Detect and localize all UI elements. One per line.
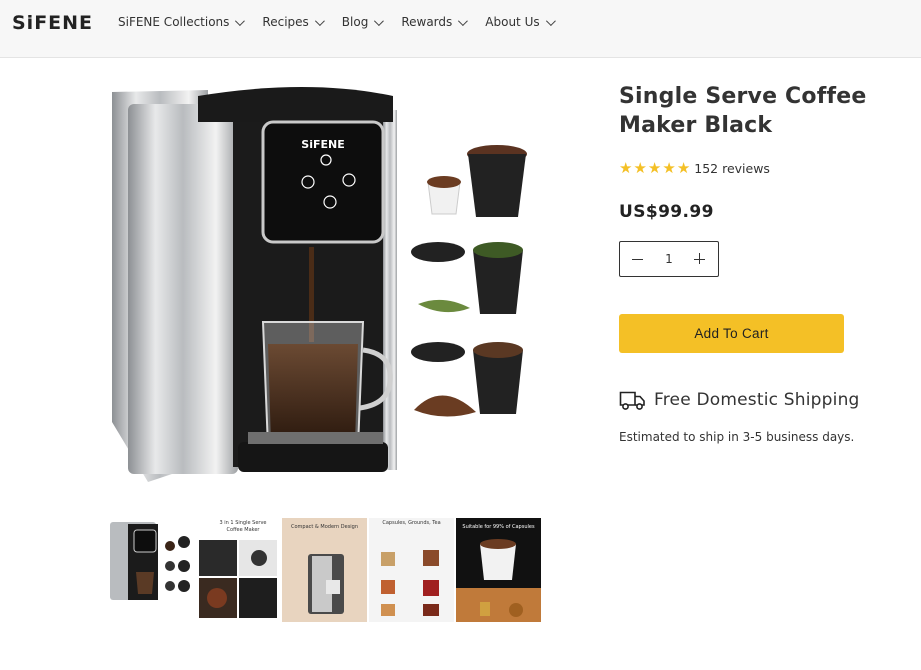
chevron-down-icon [235, 15, 246, 26]
star-icon: ★ [647, 159, 662, 177]
product-main-image[interactable]: SiFENE [108, 82, 536, 506]
thumbnail-caption: Capsules, Grounds, Tea [382, 520, 441, 526]
add-to-cart-button[interactable]: Add To Cart [619, 314, 844, 353]
product-title: Single Serve Coffee Maker Black [619, 84, 867, 138]
thumbnail-4[interactable]: Capsules, Grounds, Tea [369, 518, 454, 622]
nav-item-label: About Us [485, 15, 540, 29]
quantity-increase-button[interactable] [692, 251, 708, 267]
nav-item-label: Recipes [262, 15, 309, 29]
thumbnail-image [308, 554, 344, 614]
quantity-stepper: 1 [619, 241, 719, 277]
nav-item-label: SiFENE Collections [118, 15, 230, 29]
nav-item-label: Blog [341, 15, 369, 29]
product-rating[interactable]: ★ ★ ★ ★ ★ 152 reviews [619, 160, 770, 176]
minus-icon [632, 258, 643, 260]
shipping-info: Free Domestic Shipping [619, 389, 860, 411]
plus-icon-vertical [698, 253, 701, 264]
thumbnail-caption: 3 in 1 Single Serve Coffee Maker [219, 520, 267, 533]
chevron-down-icon [374, 15, 385, 26]
thumbnail-image [381, 550, 439, 616]
nav-item-collections[interactable]: SiFENE Collections [118, 15, 246, 29]
quantity-value[interactable]: 1 [665, 252, 673, 266]
thumbnail-5[interactable]: Suitable for 99% of Capsules [456, 518, 541, 622]
site-logo[interactable]: SiFENE [12, 12, 93, 34]
machine-brand-label: SiFENE [301, 138, 344, 151]
shipping-note: Estimated to ship in 3-5 business days. [619, 430, 855, 444]
chevron-down-icon [545, 15, 556, 26]
star-icon: ★ [676, 159, 691, 177]
star-icon: ★ [619, 159, 633, 177]
coffee-maker-illustration: SiFENE [112, 87, 527, 482]
thumbnail-caption: Suitable for 99% of Capsules [462, 524, 535, 530]
pod-illustrations [411, 145, 527, 417]
truck-icon [619, 391, 645, 410]
nav-item-recipes[interactable]: Recipes [262, 15, 325, 29]
thumbnail-2[interactable]: 3 in 1 Single Serve Coffee Maker [195, 518, 280, 622]
nav-item-rewards[interactable]: Rewards [401, 15, 469, 29]
site-header: SiFENE SiFENE Collections Recipes Blog R… [0, 0, 921, 58]
star-icon: ★ [662, 159, 676, 177]
nav-item-about-us[interactable]: About Us [485, 15, 556, 29]
thumbnail-caption: Compact & Modern Design [290, 524, 359, 530]
chevron-down-icon [314, 15, 325, 26]
nav-item-blog[interactable]: Blog [341, 15, 385, 29]
reviews-count[interactable]: 152 reviews [694, 161, 770, 176]
quantity-decrease-button[interactable] [630, 251, 646, 267]
rating-stars: ★ ★ ★ ★ ★ [619, 160, 690, 176]
star-icon: ★ [633, 159, 647, 177]
product-price: US$99.99 [619, 202, 714, 222]
shipping-title: Free Domestic Shipping [654, 390, 860, 410]
thumbnail-strip: 3 in 1 Single Serve Coffee Maker Compact… [108, 518, 541, 622]
nav-item-label: Rewards [401, 15, 453, 29]
thumbnail-3[interactable]: Compact & Modern Design [282, 518, 367, 622]
thumbnail-image [456, 539, 541, 622]
thumbnail-image [110, 522, 190, 600]
thumbnail-1[interactable] [108, 518, 193, 622]
main-nav: SiFENE Collections Recipes Blog Rewards … [118, 15, 573, 29]
chevron-down-icon [458, 15, 469, 26]
